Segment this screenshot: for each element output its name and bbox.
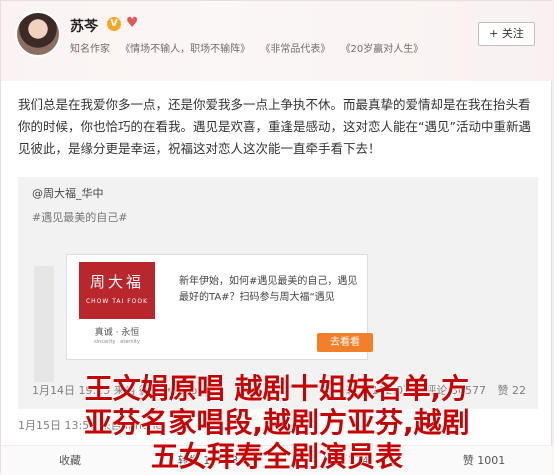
heart-icon: ♥	[126, 15, 139, 31]
verified-icon: V	[107, 17, 121, 31]
brand-logo: 周大福 CHOW TAI FOOK	[79, 262, 155, 319]
user-tag[interactable]: 《非常品代表》	[260, 44, 330, 55]
user-name[interactable]: 苏芩	[70, 16, 98, 36]
image-thumbnails[interactable]	[34, 266, 54, 382]
logo-cn-text: 周大福	[89, 273, 144, 291]
ad-button[interactable]: 去看看	[317, 333, 373, 352]
overlay-line-1: 王文娟原唱 越剧十姐妹名单,方	[84, 372, 470, 405]
logo-slogan-en: sincerity · eternity	[94, 339, 140, 345]
avatar[interactable]	[15, 11, 61, 57]
follow-button[interactable]: + 关注	[478, 22, 535, 46]
user-tag[interactable]: 《20岁赢对人生》	[341, 44, 424, 55]
quoted-author[interactable]: @周大福_华中	[32, 185, 104, 201]
quoted-snippet[interactable]: #遇见最美的自己#	[32, 208, 522, 228]
logo-slogan: 真诚 · 永恒	[94, 328, 140, 338]
post-header: 苏芩 V ♥ 知名作家 《情场不输人，职场不输阵》 《非常品代表》 《20岁赢对…	[1, 1, 553, 81]
post-text: 我们总是在我爱你多一点，还是你爱我多一点上争执不休。而最真挚的爱情却是在我在抬头…	[18, 97, 531, 156]
overlay-line-3: 五女拜寿全剧演员表	[150, 440, 403, 473]
user-tag: 知名作家	[70, 44, 110, 55]
user-tag[interactable]: 《情场不输人，职场不输阵》	[120, 44, 250, 55]
user-tags: 知名作家 《情场不输人，职场不输阵》 《非常品代表》 《20岁赢对人生》	[70, 40, 430, 55]
logo-en-text: CHOW TAI FOOK	[85, 298, 149, 305]
ad-text: 新年伊始，如何#遇见最美的自己，遇见最好的TA#？扫码参与周大福“遇见	[179, 276, 358, 303]
overlay-line-2: 亚芬名家唱段,越剧方亚芬,越剧	[84, 406, 470, 439]
ad-card[interactable]: 周大福 CHOW TAI FOOK 真诚 · 永恒 sincerity · et…	[66, 254, 373, 360]
